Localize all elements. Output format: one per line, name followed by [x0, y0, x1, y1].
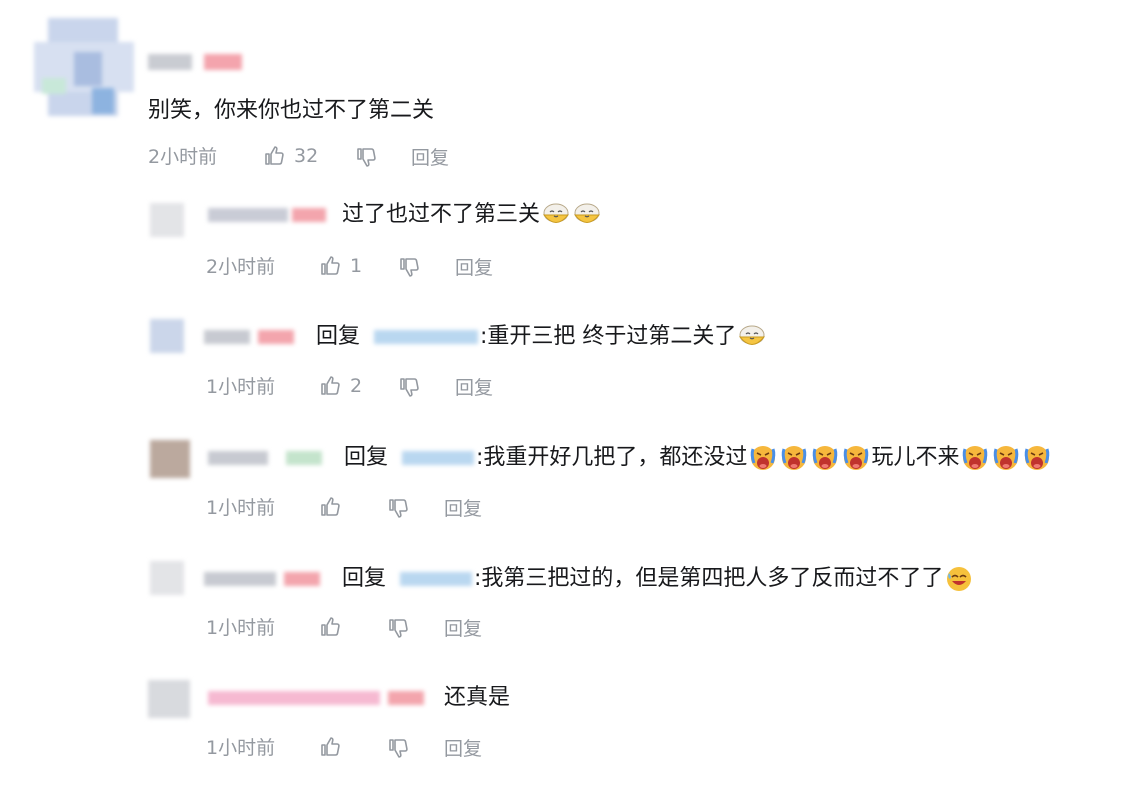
mention-username[interactable]	[374, 330, 479, 344]
avatar[interactable]	[148, 680, 190, 718]
avatar[interactable]	[150, 203, 184, 237]
username[interactable]	[208, 451, 268, 465]
thumb-up-icon	[318, 495, 342, 519]
dislike-button[interactable]	[354, 145, 378, 169]
avatar[interactable]	[150, 319, 184, 353]
thumb-up-icon	[262, 144, 286, 168]
reply-time: 1小时前	[206, 497, 276, 519]
crying-emoji-icon	[1022, 443, 1052, 473]
reply-content: :重开三把 终于过第二关了	[480, 324, 737, 349]
reply-prefix: 回复	[316, 324, 361, 349]
vip-badge	[204, 54, 242, 70]
dislike-button[interactable]	[397, 375, 421, 399]
comment-content: 别笑，你来你也过不了第二关	[148, 98, 435, 123]
bowl-emoji-icon	[541, 200, 571, 230]
thumb-down-icon	[397, 255, 421, 279]
reply-button[interactable]: 回复	[444, 497, 482, 521]
avatar[interactable]	[34, 18, 134, 116]
reply-content: 还真是	[444, 685, 511, 710]
dislike-button[interactable]	[397, 255, 421, 279]
username[interactable]	[204, 572, 276, 586]
thumb-down-icon	[386, 616, 410, 640]
avatar[interactable]	[150, 561, 184, 595]
thumb-up-icon	[318, 374, 342, 398]
thumb-up-icon	[318, 735, 342, 759]
reply-button[interactable]: 回复	[455, 376, 493, 400]
comment-time: 2小时前	[148, 146, 218, 168]
reply-button[interactable]: 回复	[444, 617, 482, 641]
dislike-button[interactable]	[386, 496, 410, 520]
reply-time: 1小时前	[206, 376, 276, 398]
thumb-up-icon	[318, 254, 342, 278]
like-button[interactable]	[318, 735, 342, 759]
like-count: 1	[350, 255, 363, 277]
reply-button[interactable]: 回复	[444, 737, 482, 761]
dislike-button[interactable]	[386, 736, 410, 760]
thumb-down-icon	[386, 736, 410, 760]
bowl-emoji-icon	[572, 200, 602, 230]
like-button[interactable]: 32	[262, 144, 318, 168]
vip-badge	[292, 208, 326, 222]
like-count: 2	[350, 375, 363, 397]
like-button[interactable]	[318, 615, 342, 639]
vip-badge	[388, 691, 424, 705]
thumb-down-icon	[386, 496, 410, 520]
vip-badge	[286, 451, 322, 465]
reply-content-tail: 玩儿不来	[871, 445, 960, 470]
like-button[interactable]: 1	[318, 254, 362, 278]
reply-prefix: 回复	[344, 445, 389, 470]
username[interactable]	[204, 330, 250, 344]
username[interactable]	[148, 54, 192, 70]
sweat-smile-emoji-icon	[944, 564, 974, 594]
mention-username[interactable]	[400, 572, 473, 586]
vip-badge	[258, 330, 294, 344]
thumb-down-icon	[397, 375, 421, 399]
reply-time: 1小时前	[206, 737, 276, 759]
thumb-up-icon	[318, 615, 342, 639]
reply-time: 2小时前	[206, 256, 276, 278]
thumb-down-icon	[354, 145, 378, 169]
like-count: 32	[294, 145, 319, 167]
crying-emoji-icon	[779, 443, 809, 473]
reply-time: 1小时前	[206, 617, 276, 639]
reply-button[interactable]: 回复	[455, 256, 493, 280]
like-button[interactable]: 2	[318, 374, 362, 398]
avatar[interactable]	[150, 440, 190, 478]
vip-badge	[284, 572, 320, 586]
like-button[interactable]	[318, 495, 342, 519]
reply-content: :我重开好几把了，都还没过	[476, 445, 748, 470]
reply-content: 过了也过不了第三关	[342, 202, 541, 227]
crying-emoji-icon	[991, 443, 1021, 473]
crying-emoji-icon	[960, 443, 990, 473]
reply-prefix: 回复	[342, 566, 387, 591]
mention-username[interactable]	[402, 451, 475, 465]
crying-emoji-icon	[810, 443, 840, 473]
bowl-emoji-icon	[737, 322, 767, 352]
username[interactable]	[208, 691, 380, 705]
dislike-button[interactable]	[386, 616, 410, 640]
crying-emoji-icon	[841, 443, 871, 473]
username[interactable]	[208, 208, 288, 222]
reply-content: :我第三把过的，但是第四把人多了反而过不了了	[474, 566, 944, 591]
reply-button[interactable]: 回复	[411, 146, 449, 170]
crying-emoji-icon	[748, 443, 778, 473]
